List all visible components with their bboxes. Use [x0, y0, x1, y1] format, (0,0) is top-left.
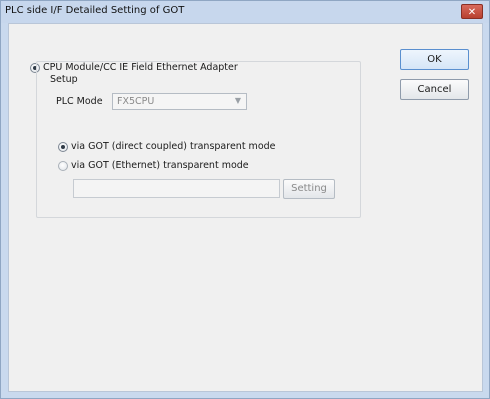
chevron-down-icon: ▼ — [234, 96, 241, 105]
ethernet-label: via GOT (Ethernet) transparent mode — [71, 160, 249, 171]
setting-button-label: Setting — [291, 183, 327, 194]
close-icon: ✕ — [467, 7, 477, 18]
ethernet-radio[interactable] — [58, 161, 68, 171]
ok-button-label: OK — [427, 54, 442, 65]
direct-coupled-radio[interactable] — [58, 142, 68, 152]
plc-mode-value: FX5CPU — [117, 96, 155, 107]
setting-button[interactable]: Setting — [283, 179, 335, 199]
direct-coupled-label: via GOT (direct coupled) transparent mod… — [71, 141, 276, 152]
ethernet-setting-field[interactable] — [73, 179, 280, 198]
cancel-button[interactable]: Cancel — [400, 79, 469, 100]
close-button[interactable]: ✕ — [461, 4, 483, 19]
ok-button[interactable]: OK — [400, 49, 469, 70]
cancel-button-label: Cancel — [417, 84, 452, 95]
plc-mode-select[interactable]: FX5CPU ▼ — [112, 93, 247, 110]
title-bar[interactable]: PLC side I/F Detailed Setting of GOT ✕ — [1, 1, 489, 23]
setup-caption: Setup — [47, 74, 81, 85]
window-title: PLC side I/F Detailed Setting of GOT — [5, 5, 185, 16]
plc-mode-label: PLC Mode — [56, 96, 103, 107]
